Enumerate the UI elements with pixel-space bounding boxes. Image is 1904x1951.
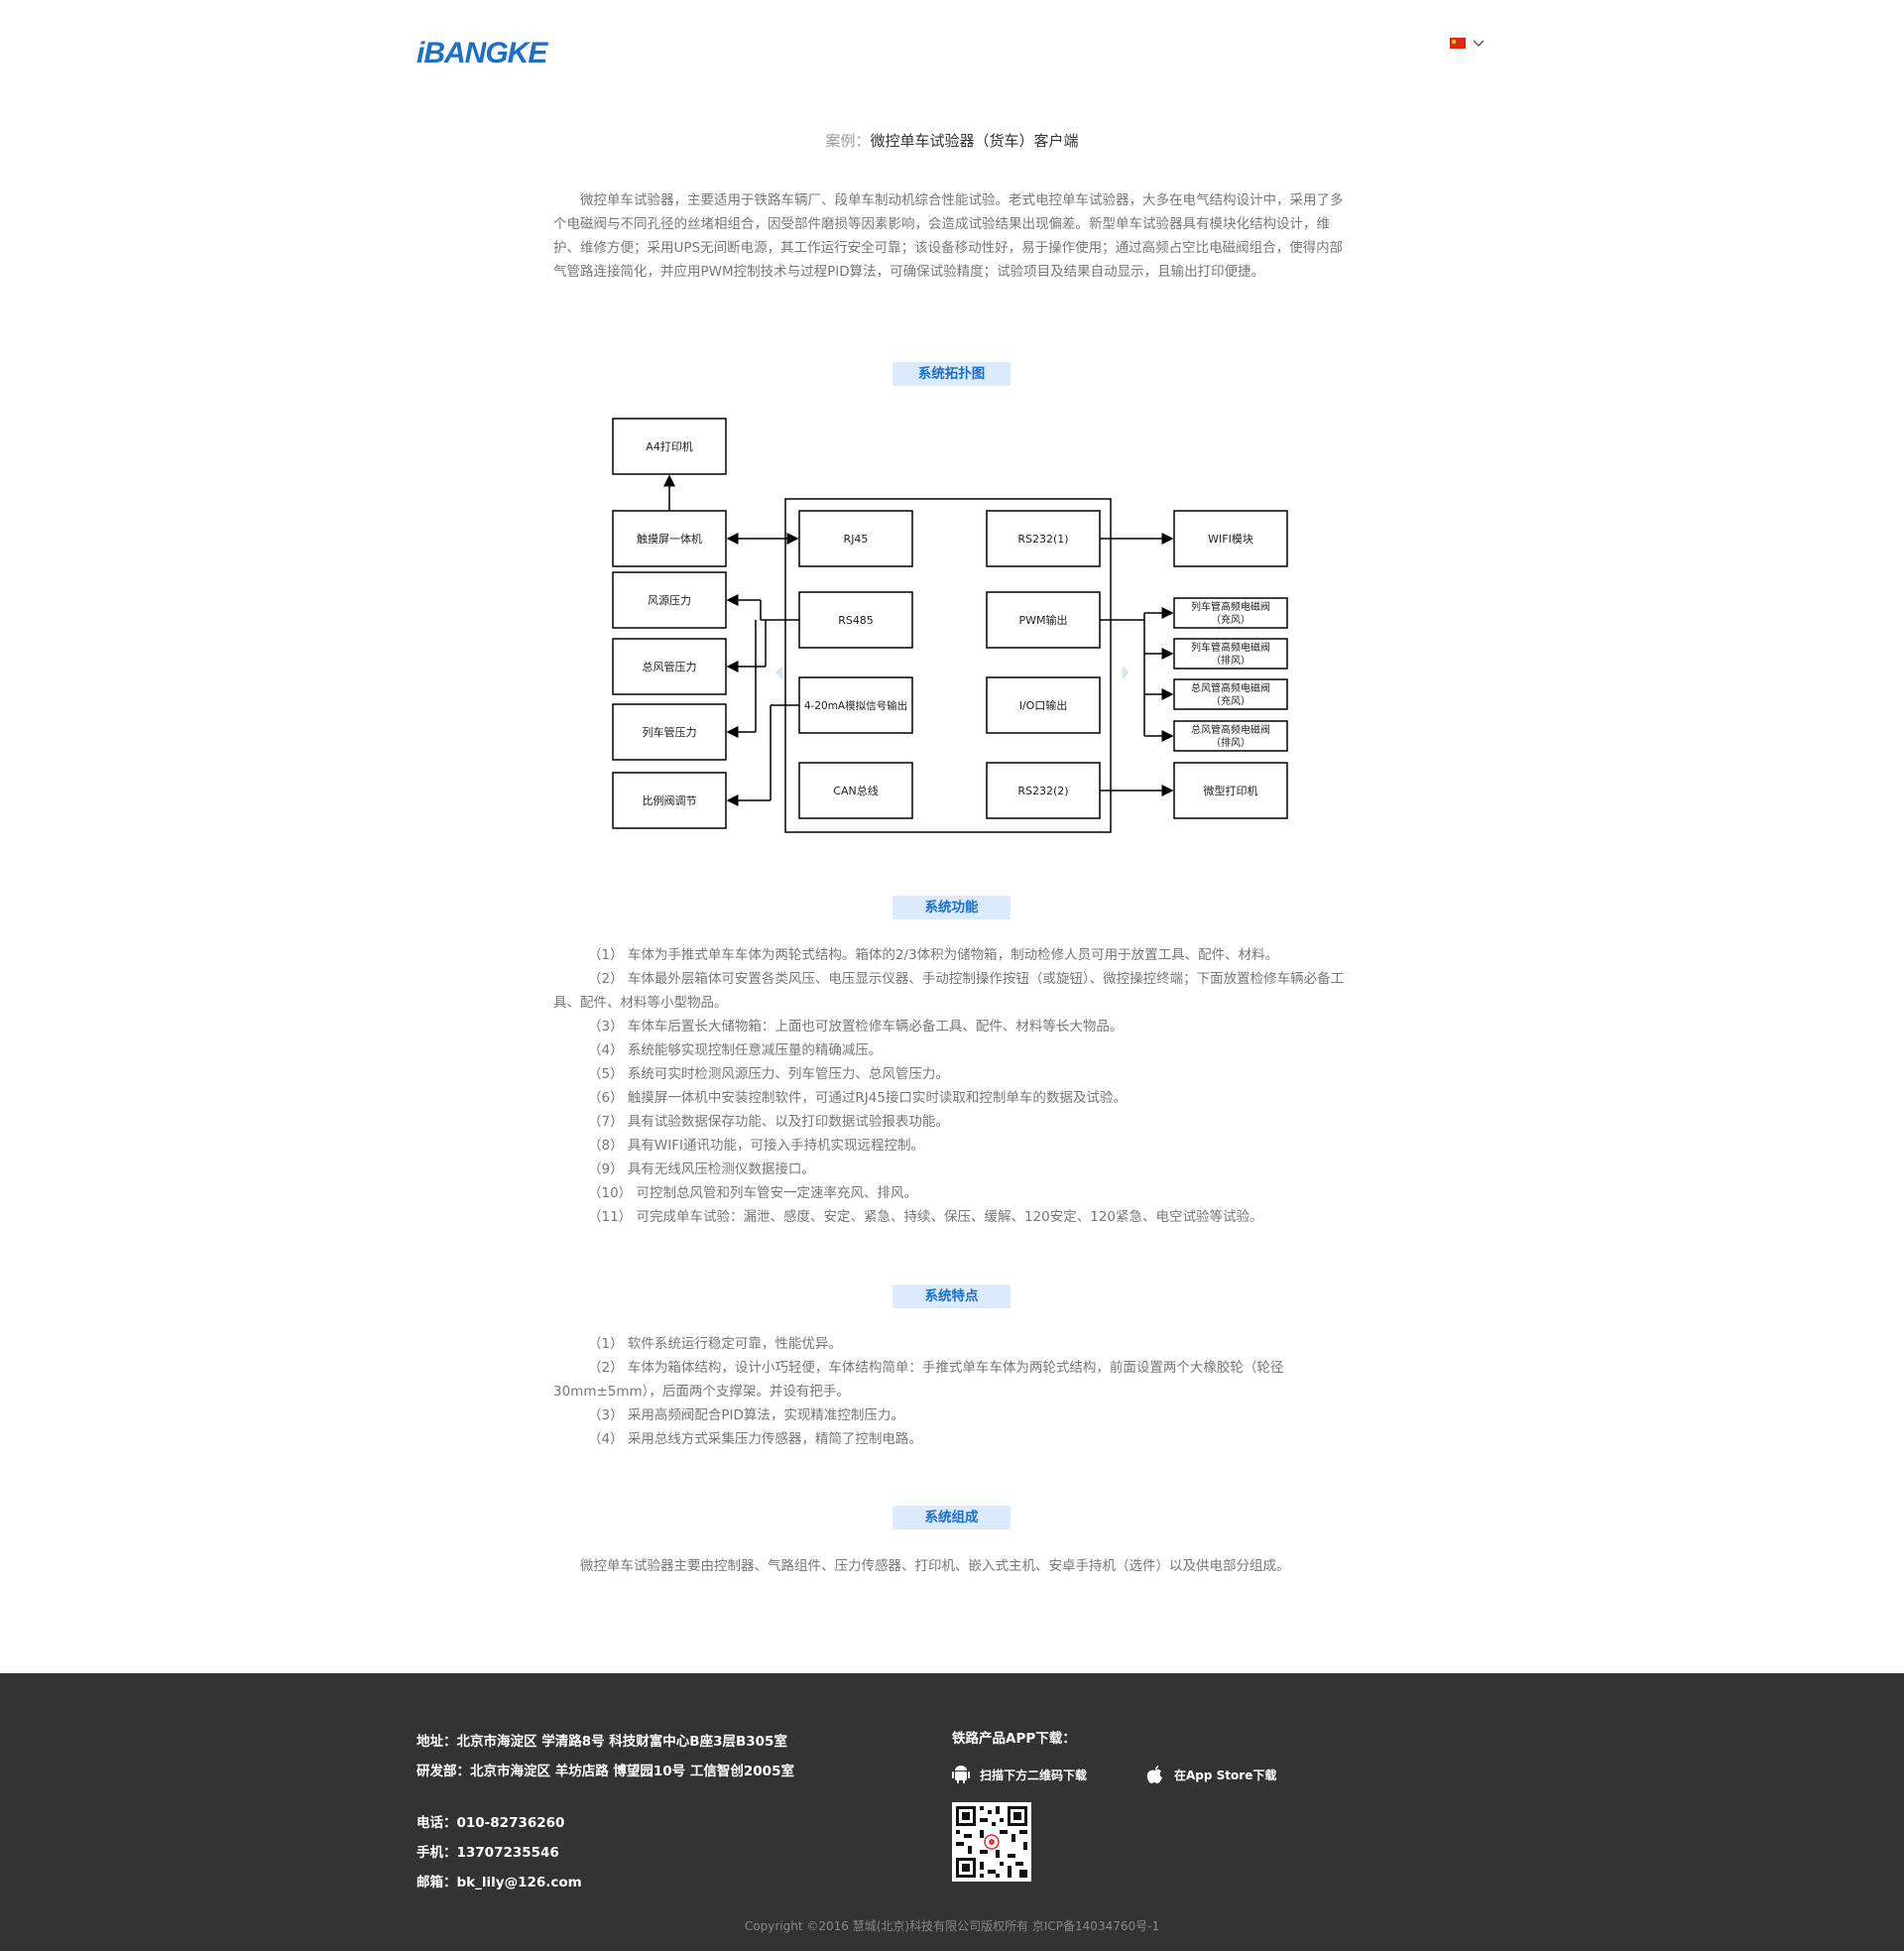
intro-section: 微控单车试验器，主要适用于铁路车辆厂、段单车制动机综合性能试验。老式电控单车试验… — [553, 188, 1347, 284]
app-qr-code — [952, 1802, 1031, 1882]
android-icon — [952, 1766, 970, 1783]
list-item: （3） 车体车后置长大储物箱：上面也可放置检修车辆必备工具、配件、材料等长大物品… — [588, 1019, 1124, 1035]
topology-heading: 系统拓扑图 — [892, 362, 1011, 386]
label-air-source: 风源压力 — [648, 593, 691, 607]
label-main-pipe: 总风管压力 — [643, 660, 697, 673]
footer-mobile: 手机：13707235546 — [416, 1845, 559, 1861]
list-item: （5） 系统可实时检测风源压力、列车管压力、总风管压力。 — [588, 1066, 949, 1082]
logo-text: iBANGKE — [416, 37, 548, 67]
label-wifi: WIFI模块 — [1208, 533, 1253, 546]
label-valve-1a: 列车管高频电磁阀 — [1191, 600, 1270, 613]
label-rs485: RS485 — [838, 614, 874, 627]
footer-app-download: 铁路产品APP下载： 扫描下方二维码下载 在App Store下载 — [952, 1727, 1276, 1886]
label-can: CAN总线 — [833, 784, 878, 797]
ios-download-label: 在App Store下载 — [1174, 1768, 1277, 1782]
site-footer: 地址：北京市海淀区 学清路8号 科技财富中心B座3层B305室 研发部：北京市海… — [0, 1673, 1904, 1951]
copyright: Copyright ©2016 慧城(北京)科技有限公司版权所有 京ICP备14… — [744, 1919, 1160, 1933]
apple-icon — [1146, 1766, 1163, 1783]
android-download-label: 扫描下方二维码下载 — [980, 1768, 1088, 1782]
label-valve-3a: 总风管高频电磁阀 — [1191, 681, 1270, 694]
functions-heading: 系统功能 — [892, 896, 1011, 919]
composition-section: 微控单车试验器主要由控制器、气路组件、压力传感器、打印机、嵌入式主机、安卓手持机… — [553, 1554, 1347, 1578]
footer-email[interactable]: 邮箱：bk_lily@126.com — [416, 1868, 794, 1897]
page-title-label: 案例： — [825, 132, 871, 150]
label-pwm: PWM输出 — [1018, 613, 1067, 627]
list-item: （3） 采用高频阀配合PID算法，实现精准控制压力。 — [588, 1407, 904, 1423]
footer-rd-address: 研发部：北京市海淀区 羊坊店路 博望园10号 工信智创2005室 — [416, 1764, 794, 1779]
list-item: （2） 车体最外层箱体可安置各类风压、电压显示仪器、手动控制操作按钮（或旋钮）、… — [553, 971, 1345, 1011]
label-valve-3b: （充风） — [1211, 694, 1250, 707]
box-controller — [784, 498, 1112, 833]
label-analog: 4-20mA模拟信号输出 — [804, 699, 907, 712]
list-item: （10） 可控制总风管和列车管安一定速率充风、排风。 — [588, 1185, 917, 1201]
list-item: （1） 软件系统运行稳定可靠，性能优异。 — [588, 1336, 842, 1352]
label-rs232-1: RS232(1) — [1017, 533, 1068, 546]
label-rj45: RJ45 — [844, 533, 869, 546]
composition-text: 微控单车试验器主要由控制器、气路组件、压力传感器、打印机、嵌入式主机、安卓手持机… — [580, 1558, 1290, 1574]
label-prop-valve: 比例阀调节 — [643, 793, 697, 807]
list-item: （4） 系统能够实现控制任意减压量的精确减压。 — [588, 1042, 883, 1058]
page-title-text: 微控单车试验器（货车）客户端 — [870, 132, 1079, 150]
footer-phone: 电话：010-82736260 — [416, 1815, 565, 1831]
list-item: （1） 车体为手推式单车车体为两轮式结构。箱体的2/3体积为储物箱，制动检修人员… — [588, 947, 1279, 963]
label-io: I/O口输出 — [1019, 698, 1068, 712]
functions-list: （1） 车体为手推式单车车体为两轮式结构。箱体的2/3体积为储物箱，制动检修人员… — [553, 943, 1347, 1229]
composition-heading: 系统组成 — [892, 1506, 1011, 1529]
list-item: （8） 具有WIFI通讯功能，可接入手持机实现远程控制。 — [588, 1138, 924, 1154]
list-item: （9） 具有无线风压检测仪数据接口。 — [588, 1161, 815, 1177]
label-valve-2b: （排风） — [1211, 654, 1250, 667]
label-valve-1b: （充风） — [1211, 613, 1250, 626]
features-heading: 系统特点 — [892, 1284, 1011, 1308]
list-item: （6） 触摸屏一体机中安装控制软件，可通过RJ45接口实时读取和控制单车的数据及… — [588, 1090, 1127, 1106]
ios-download-link[interactable]: 在App Store下载 — [1146, 1765, 1276, 1784]
page-title: 案例：微控单车试验器（货车）客户端 — [0, 130, 1904, 151]
features-list: （1） 软件系统运行稳定可靠，性能优异。 （2） 车体为箱体结构，设计小巧轻便，… — [553, 1332, 1347, 1451]
label-rs232-2: RS232(2) — [1017, 785, 1068, 797]
app-download-title: 铁路产品APP下载： — [952, 1731, 1076, 1747]
footer-address: 地址：北京市海淀区 学清路8号 科技财富中心B座3层B305室 — [416, 1734, 787, 1750]
list-item: （2） 车体为箱体结构，设计小巧轻便，车体结构简单：手推式单车车体为两轮式结构，… — [553, 1360, 1284, 1400]
android-download-link[interactable]: 扫描下方二维码下载 — [952, 1765, 1087, 1784]
label-a4-printer: A4打印机 — [646, 439, 693, 453]
system-topology-diagram: A4打印机 触摸屏一体机 风源压力 总风管压力 列车管压力 比例阀调节 RJ45… — [612, 418, 1288, 833]
label-train-pipe: 列车管压力 — [643, 725, 697, 739]
label-valve-4b: （排风） — [1211, 736, 1250, 749]
footer-contact: 地址：北京市海淀区 学清路8号 科技财富中心B座3层B305室 研发部：北京市海… — [416, 1727, 794, 1897]
list-item: （4） 采用总线方式采集压力传感器，精简了控制电路。 — [588, 1431, 922, 1447]
carousel-next-icon — [1123, 666, 1130, 679]
list-item: （7） 具有试验数据保存功能、以及打印数据试验报表功能。 — [588, 1114, 949, 1130]
label-touchscreen: 触摸屏一体机 — [637, 532, 702, 546]
language-selector[interactable] — [1450, 38, 1486, 49]
china-flag-icon — [1450, 38, 1466, 49]
list-item: （11） 可完成单车试验：漏泄、感度、安定、紧急、持续、保压、缓解、120安定、… — [588, 1209, 1263, 1225]
ibangke-logo[interactable]: iBANGKE — [416, 36, 569, 67]
label-micro-printer: 微型打印机 — [1204, 784, 1258, 797]
label-valve-4a: 总风管高频电磁阀 — [1191, 723, 1270, 736]
carousel-prev-icon — [775, 666, 782, 679]
label-valve-2a: 列车管高频电磁阀 — [1191, 641, 1270, 654]
chevron-down-icon — [1473, 40, 1485, 47]
site-header: iBANGKE — [0, 0, 1904, 99]
intro-paragraph: 微控单车试验器，主要适用于铁路车辆厂、段单车制动机综合性能试验。老式电控单车试验… — [553, 192, 1344, 280]
